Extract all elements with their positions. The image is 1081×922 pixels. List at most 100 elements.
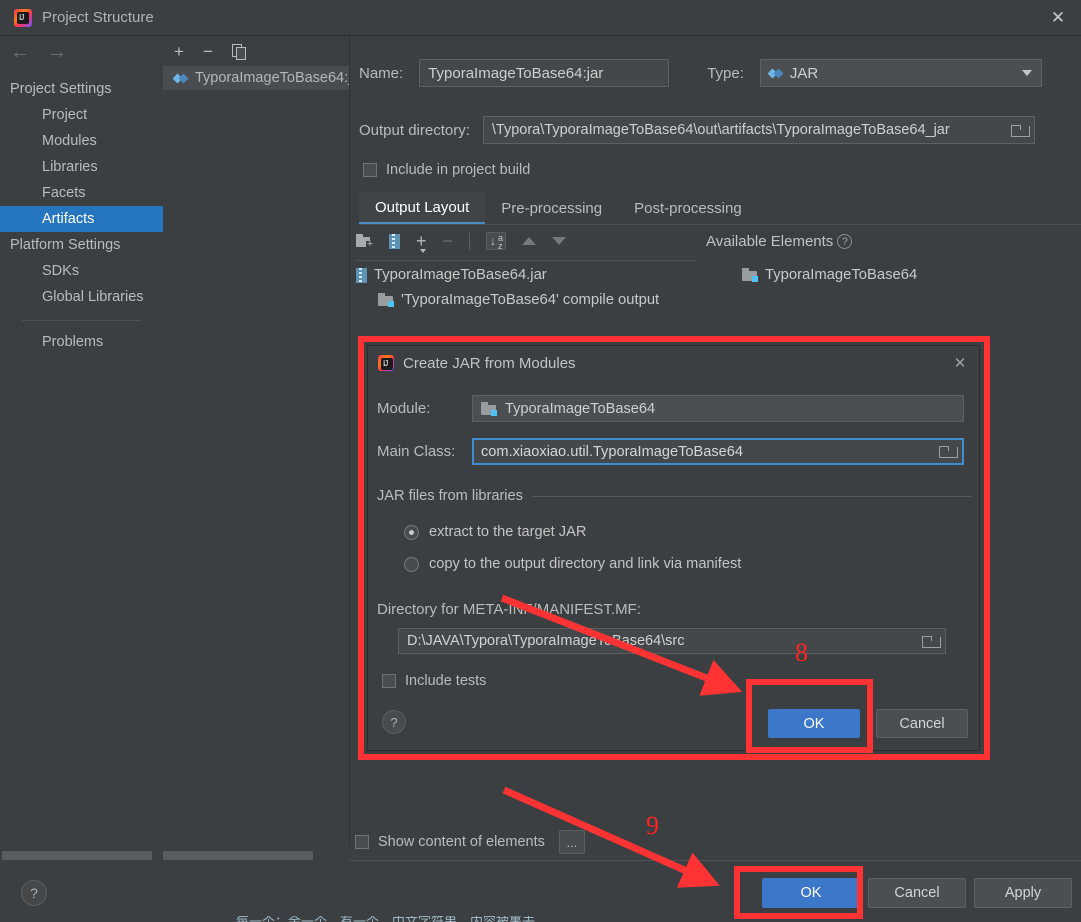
include-tests-row[interactable]: Include tests — [382, 673, 486, 689]
main-class-label: Main Class: — [377, 443, 456, 460]
output-directory-row: Output directory: \Typora\TyporaImageToB… — [359, 116, 1035, 144]
module-label: Module: — [377, 400, 431, 417]
project-structure-window: IJ Project Structure ✕ ← → Project Setti… — [0, 0, 1081, 922]
show-content-row[interactable]: Show content of elements ... — [355, 830, 585, 854]
back-arrow-icon[interactable]: ← — [10, 42, 30, 62]
main-class-value: com.xiaoxiao.util.TyporaImageToBase64 — [481, 443, 744, 460]
close-icon[interactable]: ✕ — [1035, 0, 1081, 35]
add-element-button[interactable]: + — [416, 232, 427, 253]
cancel-button[interactable]: Cancel — [868, 878, 966, 908]
browse-folder-icon[interactable] — [1010, 124, 1030, 137]
jar-type-icon — [769, 66, 783, 80]
show-content-label: Show content of elements — [378, 834, 545, 850]
sidebar-item-project[interactable]: Project — [0, 102, 163, 128]
artifacts-list-panel: + − TyporaImageToBase64:jar — [163, 36, 350, 845]
radio-extract-to-jar[interactable] — [404, 524, 419, 540]
remove-artifact-button[interactable]: − — [203, 43, 213, 60]
artifacts-toolbar: + − — [163, 36, 349, 66]
tab-post-processing[interactable]: Post-processing — [618, 192, 758, 224]
radio-copy-label: copy to the output directory and link vi… — [429, 556, 742, 572]
type-label: Type: — [707, 64, 744, 82]
create-jar-title: Create JAR from Modules — [403, 354, 576, 372]
show-content-options-button[interactable]: ... — [558, 830, 585, 854]
output-directory-input[interactable]: \Typora\TyporaImageToBase64\out\artifact… — [482, 116, 1035, 144]
module-dropdown[interactable]: TyporaImageToBase64 — [472, 395, 964, 422]
show-content-checkbox[interactable] — [355, 835, 369, 849]
manifest-directory-input[interactable]: D:\JAVA\Typora\TyporaImageToBase64\src — [398, 628, 946, 654]
sidebar-item-sdks[interactable]: SDKs — [0, 258, 163, 284]
artifact-list-item[interactable]: TyporaImageToBase64:jar — [163, 66, 349, 90]
create-jar-dialog: IJ Create JAR from Modules ✕ Module: Typ… — [367, 345, 980, 751]
module-output-icon — [378, 293, 394, 307]
include-in-build-row[interactable]: Include in project build — [363, 162, 530, 178]
close-icon[interactable]: ✕ — [951, 354, 969, 372]
include-in-build-checkbox[interactable] — [363, 163, 377, 177]
output-tree-row-compile-output[interactable]: 'TyporaImageToBase64' compile output — [378, 292, 659, 308]
available-element-row[interactable]: TyporaImageToBase64 — [742, 267, 917, 283]
tab-pre-processing[interactable]: Pre-processing — [485, 192, 618, 224]
dialog-help-button[interactable]: ? — [382, 710, 406, 734]
jar-archive-icon — [356, 267, 367, 283]
main-class-input[interactable]: com.xiaoxiao.util.TyporaImageToBase64 — [472, 438, 964, 465]
sidebar-item-problems[interactable]: Problems — [0, 329, 163, 355]
artifact-tabs: Output Layout Pre-processing Post-proces… — [359, 192, 1081, 225]
artifact-type-dropdown[interactable]: JAR — [759, 59, 1042, 87]
sort-arrow: ↓ — [490, 234, 497, 248]
artifacts-horizontal-scrollbar[interactable] — [163, 851, 313, 860]
sidebar-item-facets[interactable]: Facets — [0, 180, 163, 206]
layout-toolbar-divider — [356, 260, 697, 261]
sidebar-group-project-settings: Project Settings — [10, 81, 112, 97]
tab-output-layout[interactable]: Output Layout — [359, 192, 486, 224]
artifact-name-input[interactable] — [419, 59, 670, 87]
sidebar-item-libraries[interactable]: Libraries — [0, 154, 163, 180]
include-tests-label: Include tests — [405, 673, 487, 689]
help-button[interactable]: ? — [21, 880, 47, 906]
create-jar-cancel-button[interactable]: Cancel — [876, 709, 968, 738]
available-elements-title: Available Elements — [706, 233, 834, 250]
move-down-icon — [552, 237, 567, 245]
output-directory-label: Output directory: — [359, 121, 470, 139]
output-layout-toolbar: + + − ↓ az — [356, 232, 567, 253]
dialog-button-bar: OK Cancel Apply — [350, 860, 1081, 922]
module-value: TyporaImageToBase64 — [505, 400, 656, 417]
sidebar-divider — [22, 320, 141, 321]
logo-text: IJ — [19, 12, 24, 22]
browse-class-icon[interactable] — [939, 445, 958, 458]
manifest-directory-value: D:\JAVA\Typora\TyporaImageToBase64\src — [407, 633, 685, 649]
sort-az-icon[interactable]: ↓ az — [486, 232, 507, 251]
forward-arrow-icon[interactable]: → — [47, 42, 67, 62]
copy-artifact-icon[interactable] — [231, 44, 246, 60]
show-content-area: Show content of elements ... — [350, 824, 1081, 860]
sidebar-horizontal-scrollbar[interactable] — [2, 851, 152, 860]
nav-arrows: ← → — [0, 36, 163, 68]
radio-extract-label: extract to the target JAR — [429, 524, 587, 540]
jar-libraries-group-header: JAR files from libraries — [377, 488, 972, 504]
radio-extract-row[interactable]: extract to the target JAR — [404, 524, 586, 540]
output-tree-row-jar[interactable]: TyporaImageToBase64.jar — [356, 267, 547, 283]
ok-button[interactable]: OK — [762, 878, 860, 908]
create-jar-ok-button[interactable]: OK — [768, 709, 860, 738]
radio-copy-to-output[interactable] — [404, 556, 419, 572]
sidebar-item-modules[interactable]: Modules — [0, 128, 163, 154]
add-artifact-button[interactable]: + — [174, 43, 184, 60]
sidebar-item-global-libraries[interactable]: Global Libraries — [0, 284, 163, 310]
settings-sidebar: ← → Project Settings Project Modules Lib… — [0, 36, 163, 845]
intellij-logo-icon: IJ — [14, 8, 32, 27]
create-archive-icon[interactable] — [389, 233, 400, 249]
manifest-directory-label: Directory for META-INF/MANIFEST.MF: — [377, 601, 641, 618]
radio-copy-row[interactable]: copy to the output directory and link vi… — [404, 556, 741, 572]
module-output-icon — [742, 268, 758, 282]
intellij-logo-icon: IJ — [378, 355, 394, 371]
include-tests-checkbox[interactable] — [382, 674, 396, 688]
available-element-label: TyporaImageToBase64 — [765, 267, 918, 283]
main-class-row: Main Class: com.xiaoxiao.util.TyporaImag… — [377, 438, 964, 465]
browse-manifest-icon[interactable] — [922, 635, 941, 648]
apply-button[interactable]: Apply — [974, 878, 1072, 908]
name-row: Name: Type: JAR — [359, 59, 1042, 87]
help-icon[interactable]: ? — [837, 234, 853, 249]
sidebar-item-artifacts[interactable]: Artifacts — [0, 206, 163, 232]
create-directory-icon[interactable]: + — [356, 234, 374, 250]
sort-az-letters: az — [498, 233, 504, 251]
toolbar-divider — [469, 232, 471, 250]
window-title: Project Structure — [42, 9, 154, 26]
